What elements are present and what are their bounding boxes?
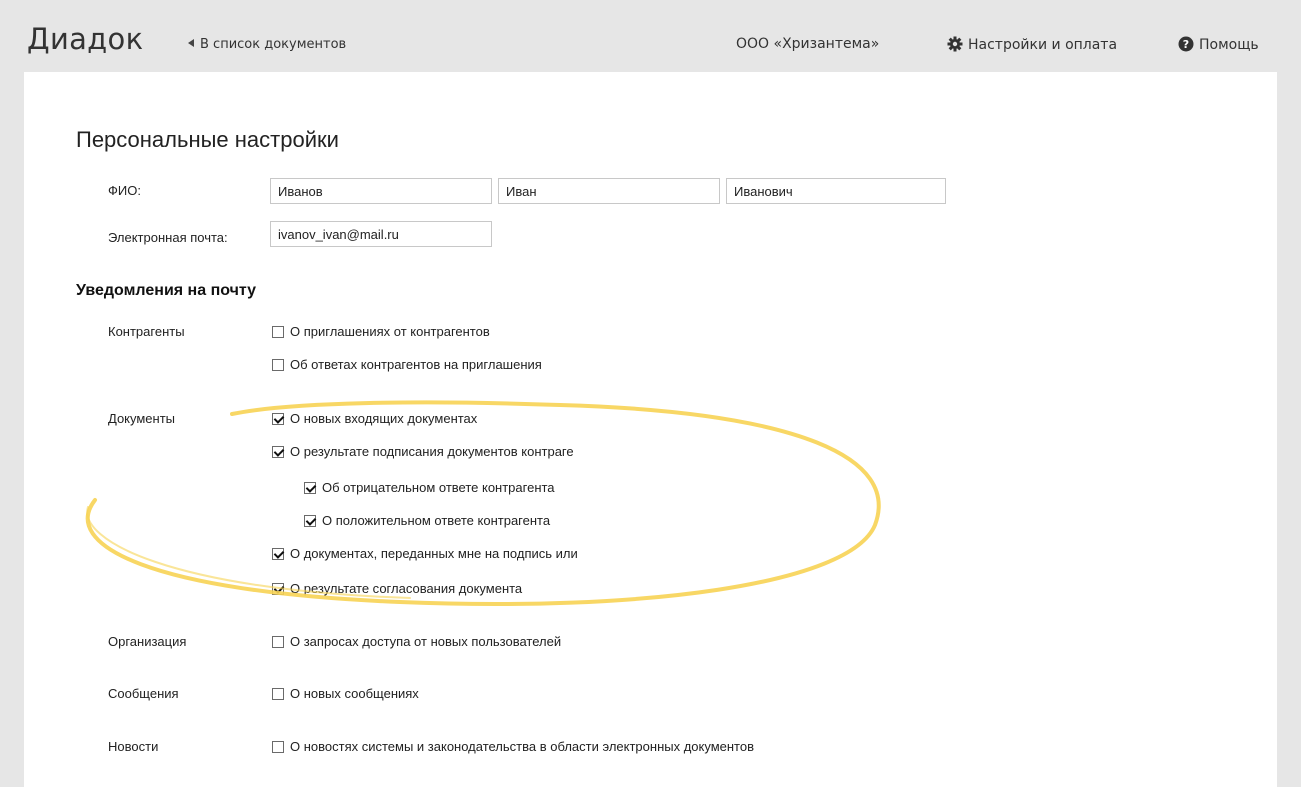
checkbox[interactable] <box>272 326 284 338</box>
checkbox[interactable] <box>272 359 284 371</box>
help-link[interactable]: ? Помощь <box>1178 36 1259 53</box>
checkbox-row[interactable]: О документах, переданных мне на подпись … <box>272 546 658 561</box>
checkbox-label: О результате согласования документа <box>290 581 523 596</box>
svg-text:?: ? <box>1183 38 1189 51</box>
top-bar: Диадок В список документов ООО «Хризанте… <box>0 0 1301 72</box>
checkbox-label: О новых входящих документах <box>290 411 478 426</box>
checkbox-label: О запросах доступа от новых пользователе… <box>290 634 562 649</box>
last-name-input[interactable] <box>270 178 492 204</box>
gear-icon <box>947 36 963 52</box>
checkbox[interactable] <box>272 636 284 648</box>
checkbox-label: Об отрицательном ответе контрагента <box>322 480 555 495</box>
group-label-organization: Организация <box>108 634 187 649</box>
checkbox-row[interactable]: О запросах доступа от новых пользователе… <box>272 634 561 649</box>
back-to-documents-link[interactable]: В список документов <box>188 37 346 52</box>
email-label: Электронная почта: <box>108 230 228 245</box>
checkbox-row[interactable]: О результате согласования документа <box>272 581 522 596</box>
checkbox-row[interactable]: О положительном ответе контрагента <box>304 513 550 528</box>
checkbox-checked[interactable] <box>272 583 284 595</box>
page-title: Персональные настройки <box>76 127 339 152</box>
checkbox-row[interactable]: Об отрицательном ответе контрагента <box>304 480 555 495</box>
first-name-input[interactable] <box>498 178 720 204</box>
checkbox[interactable] <box>272 688 284 700</box>
checkbox-checked[interactable] <box>272 446 284 458</box>
checkbox-row[interactable]: О результате подписания документов контр… <box>272 444 658 459</box>
back-link-label: В список документов <box>200 37 347 52</box>
checkbox-label: О новостях системы и законодательства в … <box>290 739 754 754</box>
group-label-counterparties: Контрагенты <box>108 324 185 339</box>
checkbox-label: О новых сообщениях <box>290 686 419 701</box>
group-label-documents: Документы <box>108 411 176 426</box>
checkbox-label: О документах, переданных мне на подпись … <box>290 546 578 561</box>
checkbox-label: О положительном ответе контрагента <box>322 513 551 528</box>
app-logo[interactable]: Диадок <box>27 22 143 56</box>
group-label-messages: Сообщения <box>108 686 179 701</box>
middle-name-input[interactable] <box>726 178 946 204</box>
settings-and-payment-link[interactable]: Настройки и оплата <box>947 36 1117 53</box>
checkbox-checked[interactable] <box>272 548 284 560</box>
checkbox-label: О результате подписания документов контр… <box>290 444 574 459</box>
back-arrow-icon <box>188 39 194 47</box>
checkbox-label: О приглашениях от контрагентов <box>290 324 490 339</box>
checkbox-checked[interactable] <box>304 515 316 527</box>
checkbox-row[interactable]: О новых входящих документах <box>272 411 477 426</box>
checkbox-row[interactable]: О новых сообщениях <box>272 686 419 701</box>
fio-label: ФИО: <box>108 183 141 198</box>
email-input[interactable] <box>270 221 492 247</box>
notifications-section-title: Уведомления на почту <box>76 282 257 299</box>
checkbox-row[interactable]: О новостях системы и законодательства в … <box>272 739 754 754</box>
settings-link-label: Настройки и оплата <box>968 37 1118 53</box>
checkbox-checked[interactable] <box>272 413 284 425</box>
help-link-label: Помощь <box>1199 37 1259 53</box>
question-circle-icon: ? <box>1178 36 1194 52</box>
group-label-news: Новости <box>108 739 159 754</box>
checkbox-row[interactable]: Об ответах контрагентов на приглашения <box>272 357 542 372</box>
checkbox[interactable] <box>272 741 284 753</box>
checkbox-row[interactable]: О приглашениях от контрагентов <box>272 324 490 339</box>
checkbox-checked[interactable] <box>304 482 316 494</box>
checkbox-label: Об ответах контрагентов на приглашения <box>290 357 542 372</box>
organization-selector[interactable]: ООО «Хризантема» <box>736 36 879 52</box>
